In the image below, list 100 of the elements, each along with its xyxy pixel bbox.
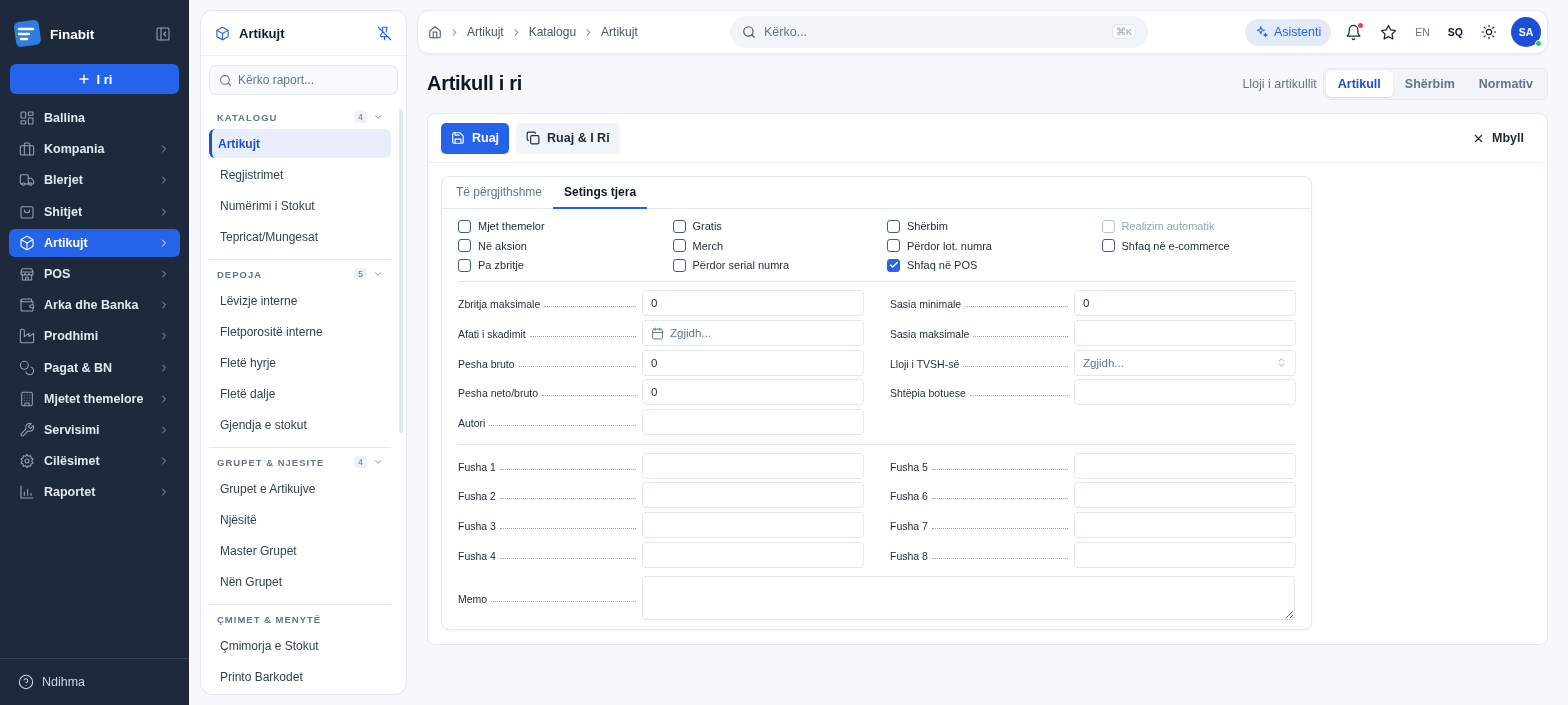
bar-chart-icon (19, 484, 35, 501)
nav-item[interactable]: Blerjet (9, 166, 180, 195)
input-field[interactable] (1074, 511, 1296, 538)
nav-item[interactable]: Mjetet themelore (9, 384, 180, 413)
panel-item[interactable]: Artikujt (209, 129, 391, 158)
language-button[interactable]: EN (1411, 24, 1434, 40)
panel-item[interactable]: Fletporositë interne (209, 317, 391, 346)
close-button[interactable]: Mbyll (1462, 122, 1534, 154)
checkbox-label: Pa zbritje (478, 259, 524, 272)
input-field[interactable] (1074, 541, 1296, 568)
checkbox[interactable] (672, 258, 686, 272)
new-button[interactable]: I ri (10, 64, 179, 94)
check-icon (888, 260, 899, 271)
nav-item[interactable]: Shitjet (9, 197, 180, 226)
input-field[interactable] (1074, 319, 1296, 346)
input-field[interactable]: 0 (642, 379, 864, 406)
input-field[interactable]: 0 (642, 290, 864, 317)
input-field[interactable] (642, 482, 864, 509)
briefcase-icon (19, 141, 35, 158)
checkbox[interactable] (1101, 239, 1115, 253)
input-field[interactable] (1074, 379, 1296, 406)
save-button[interactable]: Ruaj (441, 122, 510, 154)
field-label: Lloji i TVSH-së (890, 357, 960, 370)
field-label: Fusha 8 (890, 549, 928, 562)
panel-item[interactable]: Tepricat/Mungesat (209, 222, 391, 251)
panel-item[interactable]: Grupet e Artikujve (209, 474, 391, 503)
section-title: DEPOJA (217, 268, 264, 280)
nav-item[interactable]: Arka dhe Banka (9, 291, 180, 320)
input-field[interactable] (1074, 482, 1296, 509)
checkbox[interactable] (887, 219, 900, 233)
help-link[interactable]: Ndihma (42, 675, 86, 689)
type-option[interactable]: Shërbim (1392, 70, 1467, 97)
language-button[interactable]: SQ (1443, 24, 1467, 40)
panel-item[interactable]: Regjistrimet (209, 160, 391, 189)
nav-item[interactable]: Artikujt (9, 228, 180, 257)
checkbox[interactable] (458, 239, 471, 253)
type-option[interactable]: Artikull (1325, 70, 1393, 97)
input-field[interactable] (642, 408, 864, 435)
input-field[interactable] (642, 511, 864, 538)
checkbox[interactable] (458, 219, 471, 233)
chevron-down-icon (373, 457, 383, 467)
panel-item[interactable]: Lëvizje interne (209, 286, 391, 315)
tab[interactable]: Të përgjithshme (445, 177, 554, 209)
tab[interactable]: Setings tjera (553, 177, 648, 209)
checkbox[interactable] (458, 258, 471, 272)
checkbox-label: Përdor serial numra (692, 259, 790, 272)
panel-item[interactable]: Nën Grupet (209, 567, 391, 596)
date-field[interactable]: Zgjidh... (642, 319, 864, 346)
checkbox[interactable] (887, 258, 900, 272)
checkbox-label: Përdor lot. numra (907, 239, 992, 252)
nav-item[interactable]: Pagat & BN (9, 353, 180, 382)
settings-icon (19, 453, 35, 470)
home-icon (428, 25, 442, 39)
memo-field[interactable] (642, 575, 1295, 620)
nav-item[interactable]: POS (9, 259, 180, 288)
panel-item[interactable]: Printo Barkodet (209, 662, 391, 691)
report-search-field[interactable]: Kërko raport... (209, 65, 398, 95)
input-field[interactable]: 0 (642, 349, 864, 376)
panel-item[interactable]: Fletë hyrje (209, 348, 391, 377)
nav-item[interactable]: Prodhimi (9, 322, 180, 351)
checkbox-label: Në aksion (478, 239, 527, 252)
nav-item[interactable]: Servisimi (9, 415, 180, 444)
checkbox[interactable] (887, 239, 900, 253)
breadcrumb-link[interactable]: Katalogu (528, 25, 577, 39)
panel-item[interactable]: Master Grupet (209, 536, 391, 565)
select-field[interactable]: Zgjidh... (1074, 349, 1296, 376)
panel-item[interactable]: Çmimorja e Stokut (209, 631, 391, 660)
checkbox-label: Mjet themelor (478, 220, 545, 232)
nav-item[interactable]: Ballina (9, 104, 180, 132)
panel-item[interactable]: Numërimi i Stokut (209, 191, 391, 220)
star-icon (1380, 23, 1398, 41)
coins-icon (19, 359, 35, 376)
type-label: Lloji i artikullit (1242, 76, 1317, 91)
breadcrumb-link[interactable]: Artikujt (601, 25, 638, 39)
assistant-button[interactable]: Asistenti (1245, 18, 1332, 46)
panel-item[interactable]: Gjendja e stokut (209, 410, 391, 439)
field-label: Autori (458, 416, 486, 429)
panel-item[interactable]: Fletë dalje (209, 379, 391, 408)
type-option[interactable]: Normativ (1466, 70, 1545, 97)
bell-icon (1345, 23, 1363, 41)
field-label: Pesha bruto (458, 357, 515, 370)
checkbox[interactable] (672, 219, 686, 233)
section-title: GRUPET & NJESITE (217, 456, 326, 468)
store-icon (19, 265, 35, 282)
input-field[interactable] (642, 452, 864, 479)
save-and-new-button[interactable]: Ruaj & I Ri (516, 122, 620, 154)
input-field[interactable]: 0 (1074, 290, 1296, 317)
input-field[interactable] (1074, 452, 1296, 479)
nav-item[interactable]: Kompania (9, 135, 180, 164)
field-label: Memo (458, 592, 488, 605)
nav-item[interactable]: Raportet (9, 478, 180, 507)
nav-item[interactable]: Cilësimet (9, 447, 180, 476)
input-field[interactable] (642, 541, 864, 568)
field-label: Sasia maksimale (890, 327, 970, 340)
breadcrumb-link[interactable]: Artikujt (467, 25, 504, 39)
user-avatar[interactable]: SA (1511, 17, 1541, 47)
checkbox[interactable] (672, 239, 686, 253)
panel-item[interactable]: Njësitë (209, 505, 391, 534)
section-title: ÇMIMET & MENYTË (217, 613, 323, 625)
wallet-icon (19, 297, 35, 314)
